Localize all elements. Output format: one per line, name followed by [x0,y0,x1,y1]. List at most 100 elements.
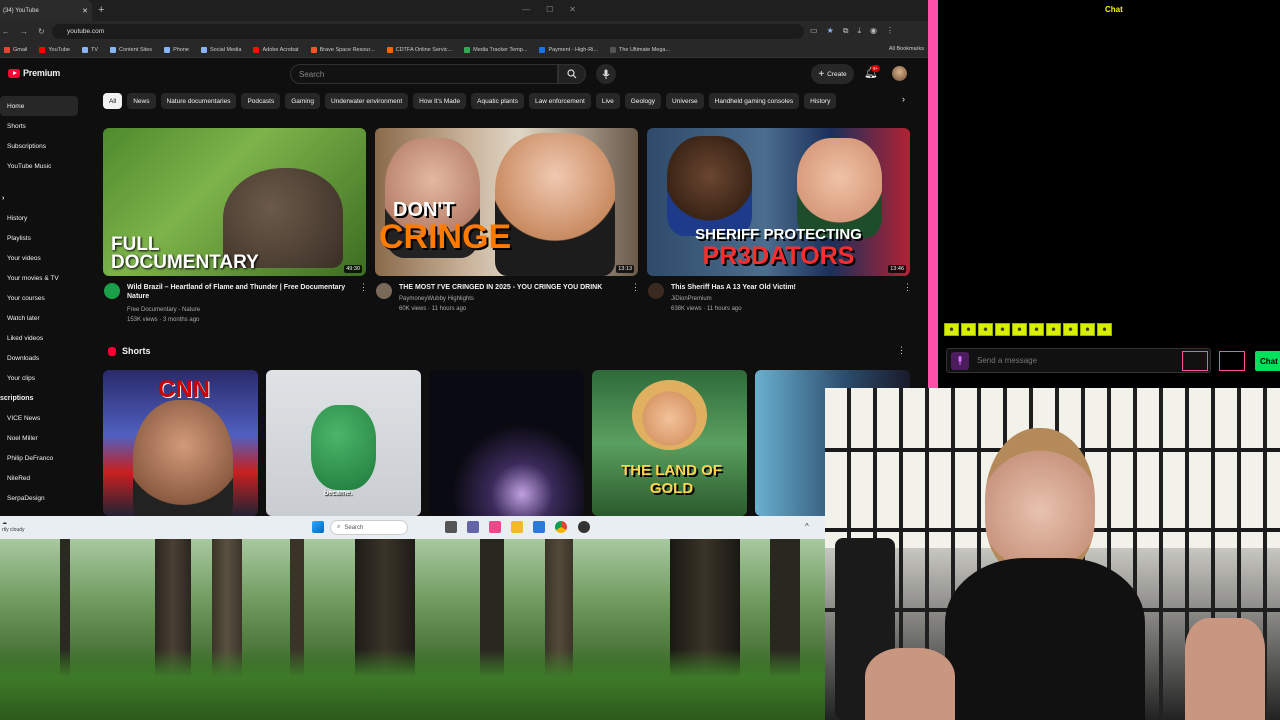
subscriptions-section-header[interactable]: scriptions [0,388,82,408]
maximize-icon[interactable]: ☐ [546,5,553,14]
microphone-icon[interactable] [951,351,969,370]
chip-nature-documentaries[interactable]: Nature documentaries [160,93,237,109]
channel-avatar[interactable] [376,283,392,299]
more-options-icon[interactable]: ⋮ [359,282,368,293]
shorts-more-options-icon[interactable]: ⋮ [897,345,906,356]
bookmark-item[interactable]: Social Media [200,46,241,53]
weather-widget[interactable]: ☁ rtly cloudy [2,520,25,534]
emote-icon[interactable]: ☻ [1012,323,1027,336]
youtube-logo[interactable]: Premium [8,68,60,78]
extensions-icon[interactable]: ⧉ [843,26,849,36]
bookmark-item[interactable]: Content Sites [110,46,152,53]
windows-start-icon[interactable] [312,521,324,533]
chip-live[interactable]: Live [595,93,620,109]
sidebar-item-serpadesign[interactable]: SerpaDesign [0,488,82,508]
chip-gaming[interactable]: Gaming [285,93,320,109]
account-avatar[interactable] [892,66,907,81]
chat-emote-button[interactable] [1182,351,1208,371]
create-button[interactable]: + Create [811,64,854,84]
emote-icon[interactable]: ☻ [944,323,959,336]
voice-search-button[interactable] [596,64,616,84]
chip-handheld-gaming-consoles[interactable]: Handheld gaming consoles [708,93,800,109]
channel-avatar[interactable] [104,283,120,299]
emote-icon[interactable]: ☻ [995,323,1010,336]
video-title[interactable]: THE MOST I'VE CRINGED IN 2025 - YOU CRIN… [399,283,627,292]
sidebar-item-downloads[interactable]: Downloads [0,348,82,368]
chat-settings-button[interactable] [1219,351,1245,371]
chat-send-button[interactable]: Chat [1255,351,1280,371]
profile-icon[interactable]: ◉ [870,26,877,36]
sidebar-item-philip-defranco[interactable]: Philip DeFranco [0,448,82,468]
new-tab-icon[interactable]: + [98,4,104,16]
obs-icon[interactable] [578,521,590,533]
emote-icon[interactable]: ☻ [1046,323,1061,336]
video-thumbnail-1[interactable]: FULL DOCUMENTARY 49:30 [103,128,366,276]
menu-icon[interactable]: ⋮ [886,26,894,36]
sidebar-item-liked-videos[interactable]: Liked videos [0,328,82,348]
chip-geology[interactable]: Geology [624,93,662,109]
chip-underwater-environment[interactable]: Underwater environment [324,93,409,109]
system-tray-chevron-icon[interactable]: ^ [805,522,809,531]
sidebar-item-your-videos[interactable]: Your videos [0,248,82,268]
close-tab-icon[interactable]: ✕ [82,7,88,15]
emote-icon[interactable]: ☻ [1063,323,1078,336]
bookmark-item[interactable]: Media Tracker Temp... [464,46,527,53]
bookmark-item[interactable]: The Ultimate Mega... [609,46,670,53]
bookmark-item[interactable]: CDTFA Online Servic... [386,46,452,53]
file-explorer-icon[interactable] [511,521,523,533]
short-thumbnail-3[interactable] [429,370,584,516]
sidebar-item-subscriptions[interactable]: Subscriptions [0,136,82,156]
video-thumbnail-2[interactable]: DON'T CRINGE 13:13 [375,128,638,276]
forward-icon[interactable]: → [20,27,28,36]
you-section-chevron-icon[interactable]: › [0,188,82,208]
sidebar-item-home[interactable]: Home [0,96,78,116]
close-window-icon[interactable]: ✕ [569,5,576,14]
bookmark-item[interactable]: Brave Space Resour... [310,46,375,53]
sidebar-item-noel-miller[interactable]: Noel Miller [0,428,82,448]
chat-message-input[interactable]: Send a message [946,348,1211,373]
short-thumbnail-2[interactable]: became. [266,370,421,516]
sidebar-item-your-movies-tv[interactable]: Your movies & TV [0,268,82,288]
bookmark-item[interactable]: YouTube [39,46,70,53]
bookmark-star-icon[interactable]: ★ [827,26,834,36]
short-thumbnail-4[interactable]: THE LAND OF GOLD [592,370,747,516]
search-input[interactable]: Search [290,64,558,84]
store-icon[interactable] [533,521,545,533]
bookmark-item[interactable]: Adobe Acrobat [253,46,299,53]
url-field[interactable]: youtube.com [52,24,804,39]
browser-tab[interactable]: (34) YouTube ✕ [0,0,92,21]
bookmark-item[interactable]: TV [82,46,98,53]
chip-universe[interactable]: Universe [666,93,704,109]
downloads-icon[interactable]: ⤓ [857,26,861,36]
reload-icon[interactable]: ↻ [38,27,45,36]
emote-icon[interactable]: ☻ [961,323,976,336]
chip-aquatic-plants[interactable]: Aquatic plants [471,93,524,109]
all-bookmarks[interactable]: All Bookmarks [889,46,924,52]
sidebar-item-watch-later[interactable]: Watch later [0,308,82,328]
chip-podcasts[interactable]: Podcasts [241,93,281,109]
sidebar-item-shorts[interactable]: Shorts [0,116,82,136]
search-button[interactable] [558,64,586,84]
sidebar-item-history[interactable]: History [0,208,82,228]
cast-icon[interactable]: ▭ [810,26,818,36]
short-thumbnail-1[interactable]: CNN [103,370,258,516]
sidebar-item-youtube-music[interactable]: YouTube Music [0,156,82,176]
chip-news[interactable]: News [127,93,156,109]
video-title[interactable]: Wild Brazil – Heartland of Flame and Thu… [127,283,355,301]
video-thumbnail-3[interactable]: SHERIFF PROTECTING PR3DATORS 13:46 [647,128,910,276]
emote-icon[interactable]: ☻ [1080,323,1095,336]
more-options-icon[interactable]: ⋮ [631,282,640,293]
minimize-icon[interactable]: — [522,5,530,14]
more-options-icon[interactable]: ⋮ [903,282,912,293]
sidebar-item-nilered[interactable]: NileRed [0,468,82,488]
emote-icon[interactable]: ☻ [1097,323,1112,336]
taskbar-search[interactable]: ⌕ Search [330,520,408,535]
video-title[interactable]: This Sheriff Has A 13 Year Old Victim! [671,283,899,292]
bookmark-item[interactable]: Payment - High-Ri... [539,46,598,53]
channel-avatar[interactable] [648,283,664,299]
chip-law-enforcement[interactable]: Law enforcement [528,93,591,109]
task-view-icon[interactable] [445,521,457,533]
sidebar-item-vice-news[interactable]: VICE News [0,408,82,428]
emote-icon[interactable]: ☻ [978,323,993,336]
chrome-icon[interactable] [555,521,567,533]
